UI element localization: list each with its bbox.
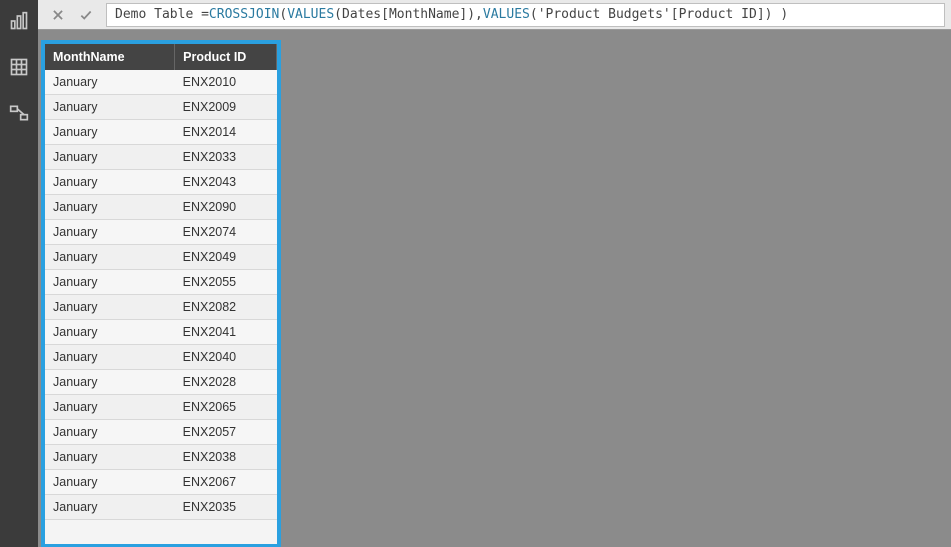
col-header-productid[interactable]: Product ID	[175, 44, 277, 70]
table-row[interactable]: JanuaryENX2035	[45, 495, 277, 520]
cell-monthname[interactable]: January	[45, 120, 175, 145]
formula-token-paren2: (	[334, 7, 342, 22]
cell-productid[interactable]: ENX2041	[175, 320, 277, 345]
formula-token-kw1: CROSSJOIN	[209, 7, 279, 22]
table-row[interactable]: JanuaryENX2009	[45, 95, 277, 120]
cell-monthname[interactable]: January	[45, 95, 175, 120]
table-row[interactable]: JanuaryENX2057	[45, 420, 277, 445]
cell-monthname[interactable]: January	[45, 245, 175, 270]
data-view-icon[interactable]	[8, 56, 30, 78]
table-row[interactable]: JanuaryENX2082	[45, 295, 277, 320]
formula-bar: Demo Table = CROSSJOIN ( VALUES ( Dates[…	[38, 0, 951, 30]
nav-rail	[0, 0, 38, 547]
formula-token-paren4: (	[530, 7, 538, 22]
cell-monthname[interactable]: January	[45, 320, 175, 345]
table-row[interactable]: JanuaryENX2028	[45, 370, 277, 395]
cell-productid[interactable]: ENX2067	[175, 470, 277, 495]
cell-productid[interactable]: ENX2038	[175, 445, 277, 470]
table-row[interactable]: JanuaryENX2014	[45, 120, 277, 145]
formula-token-paren3: ),	[467, 7, 483, 22]
cell-productid[interactable]: ENX2033	[175, 145, 277, 170]
table-row[interactable]: JanuaryENX2043	[45, 170, 277, 195]
content-area: MonthName Product ID JanuaryENX2010Janua…	[38, 30, 951, 547]
table-row[interactable]: JanuaryENX2065	[45, 395, 277, 420]
formula-cancel-button[interactable]	[44, 2, 72, 28]
formula-token-ref1: Dates[MonthName]	[342, 7, 467, 22]
table-row[interactable]: JanuaryENX2049	[45, 245, 277, 270]
table-row[interactable]: JanuaryENX2010	[45, 70, 277, 95]
table-row[interactable]: JanuaryENX2040	[45, 345, 277, 370]
table-row[interactable]: JanuaryENX2038	[45, 445, 277, 470]
table-row[interactable]: JanuaryENX2041	[45, 320, 277, 345]
table-row[interactable]: JanuaryENX2074	[45, 220, 277, 245]
formula-token-paren5: ) )	[765, 7, 788, 22]
cell-productid[interactable]: ENX2082	[175, 295, 277, 320]
cell-monthname[interactable]: January	[45, 145, 175, 170]
cell-productid[interactable]: ENX2043	[175, 170, 277, 195]
data-table: MonthName Product ID JanuaryENX2010Janua…	[45, 44, 277, 520]
cell-monthname[interactable]: January	[45, 370, 175, 395]
cell-monthname[interactable]: January	[45, 295, 175, 320]
cell-monthname[interactable]: January	[45, 70, 175, 95]
table-row[interactable]: JanuaryENX2067	[45, 470, 277, 495]
formula-token-kw3: VALUES	[483, 7, 530, 22]
cell-productid[interactable]: ENX2040	[175, 345, 277, 370]
cell-monthname[interactable]: January	[45, 220, 175, 245]
cell-productid[interactable]: ENX2055	[175, 270, 277, 295]
cell-monthname[interactable]: January	[45, 420, 175, 445]
formula-token-prefix: Demo Table =	[115, 7, 209, 22]
formula-commit-button[interactable]	[72, 2, 100, 28]
cell-monthname[interactable]: January	[45, 195, 175, 220]
formula-token-paren1: (	[279, 7, 287, 22]
cell-monthname[interactable]: January	[45, 345, 175, 370]
cell-monthname[interactable]: January	[45, 395, 175, 420]
cell-monthname[interactable]: January	[45, 170, 175, 195]
cell-productid[interactable]: ENX2035	[175, 495, 277, 520]
cell-productid[interactable]: ENX2065	[175, 395, 277, 420]
cell-productid[interactable]: ENX2049	[175, 245, 277, 270]
main-area: Demo Table = CROSSJOIN ( VALUES ( Dates[…	[38, 0, 951, 547]
table-header-row: MonthName Product ID	[45, 44, 277, 70]
cell-monthname[interactable]: January	[45, 445, 175, 470]
cell-monthname[interactable]: January	[45, 270, 175, 295]
cell-productid[interactable]: ENX2014	[175, 120, 277, 145]
formula-token-kw2: VALUES	[287, 7, 334, 22]
cell-productid[interactable]: ENX2074	[175, 220, 277, 245]
cell-productid[interactable]: ENX2090	[175, 195, 277, 220]
data-table-highlight: MonthName Product ID JanuaryENX2010Janua…	[41, 40, 281, 547]
model-view-icon[interactable]	[8, 102, 30, 124]
formula-input[interactable]: Demo Table = CROSSJOIN ( VALUES ( Dates[…	[106, 3, 945, 27]
table-row[interactable]: JanuaryENX2033	[45, 145, 277, 170]
table-row[interactable]: JanuaryENX2090	[45, 195, 277, 220]
cell-monthname[interactable]: January	[45, 495, 175, 520]
report-view-icon[interactable]	[8, 10, 30, 32]
cell-productid[interactable]: ENX2028	[175, 370, 277, 395]
table-row[interactable]: JanuaryENX2055	[45, 270, 277, 295]
col-header-monthname[interactable]: MonthName	[45, 44, 175, 70]
cell-productid[interactable]: ENX2010	[175, 70, 277, 95]
cell-monthname[interactable]: January	[45, 470, 175, 495]
cell-productid[interactable]: ENX2057	[175, 420, 277, 445]
formula-token-ref2: 'Product Budgets'[Product ID]	[538, 7, 765, 22]
cell-productid[interactable]: ENX2009	[175, 95, 277, 120]
